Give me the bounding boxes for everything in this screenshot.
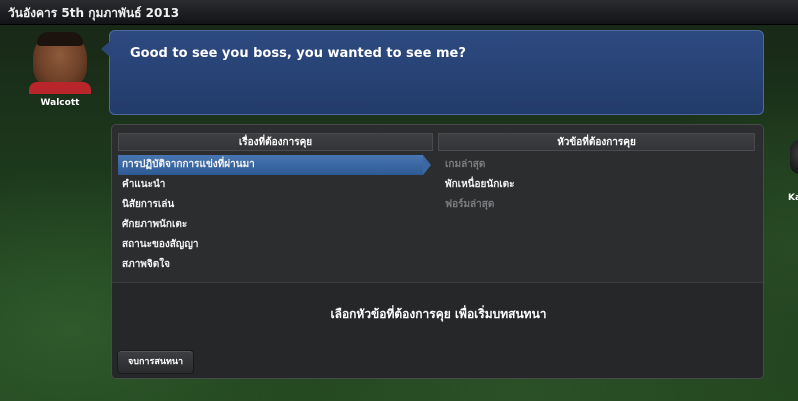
prompt-text: เลือกหัวข้อที่ต้องการคุย เพื่อเริ่มบทสนท… bbox=[330, 307, 547, 321]
speech-bubble: Good to see you boss, you wanted to see … bbox=[101, 30, 764, 115]
subtopic-list: เกมล่าสุด พักเหนื่อยนักเตะ ฟอร์มล่าสุด bbox=[445, 155, 515, 215]
current-date: วันอังคาร 5th กุมภาพันธ์ 2013 bbox=[8, 6, 180, 20]
subtopic-item-rest-player[interactable]: พักเหนื่อยนักเตะ bbox=[445, 175, 515, 195]
topic-column-header: เรื่องที่ต้องการคุย bbox=[118, 133, 433, 151]
topic-item-past-performance[interactable]: การปฏิบัติจากการแข่งที่ผ่านมา bbox=[118, 155, 431, 175]
player-face-image bbox=[29, 32, 91, 94]
end-conversation-button[interactable]: จบการสนทนา bbox=[117, 350, 195, 374]
topic-item-contract-status[interactable]: สถานะของสัญญา bbox=[118, 235, 436, 255]
player-hair bbox=[37, 32, 83, 46]
prompt-area: เลือกหัวข้อที่ต้องการคุย เพื่อเริ่มบทสนท… bbox=[112, 282, 763, 378]
topic-list: การปฏิบัติจากการแข่งที่ผ่านมา คำแนะนำ นิ… bbox=[118, 155, 436, 275]
topic-item-potential[interactable]: ศักยภาพนักเตะ bbox=[118, 215, 436, 235]
topic-item-advice[interactable]: คำแนะนำ bbox=[118, 175, 436, 195]
subtopic-column-header: หัวข้อที่ต้องการคุย bbox=[438, 133, 755, 151]
subtopic-item-recent-form: ฟอร์มล่าสุด bbox=[445, 199, 495, 210]
speech-bubble-tail bbox=[101, 41, 110, 57]
staff-portrait[interactable] bbox=[790, 140, 798, 174]
player-shirt bbox=[29, 82, 91, 94]
speech-text: Good to see you boss, you wanted to see … bbox=[130, 46, 466, 61]
topic-item-morale[interactable]: สภาพจิตใจ bbox=[118, 255, 436, 275]
topic-item-playing-style[interactable]: นิสัยการเล่น bbox=[118, 195, 436, 215]
player-portrait[interactable]: Walcott bbox=[28, 32, 92, 108]
conversation-panel: เรื่องที่ต้องการคุย หัวข้อที่ต้องการคุย … bbox=[111, 124, 764, 379]
staff-name: Ka bbox=[788, 193, 798, 203]
top-bar: วันอังคาร 5th กุมภาพันธ์ 2013 bbox=[0, 0, 798, 25]
player-name: Walcott bbox=[40, 98, 80, 108]
subtopic-item-last-match: เกมล่าสุด bbox=[445, 159, 486, 170]
